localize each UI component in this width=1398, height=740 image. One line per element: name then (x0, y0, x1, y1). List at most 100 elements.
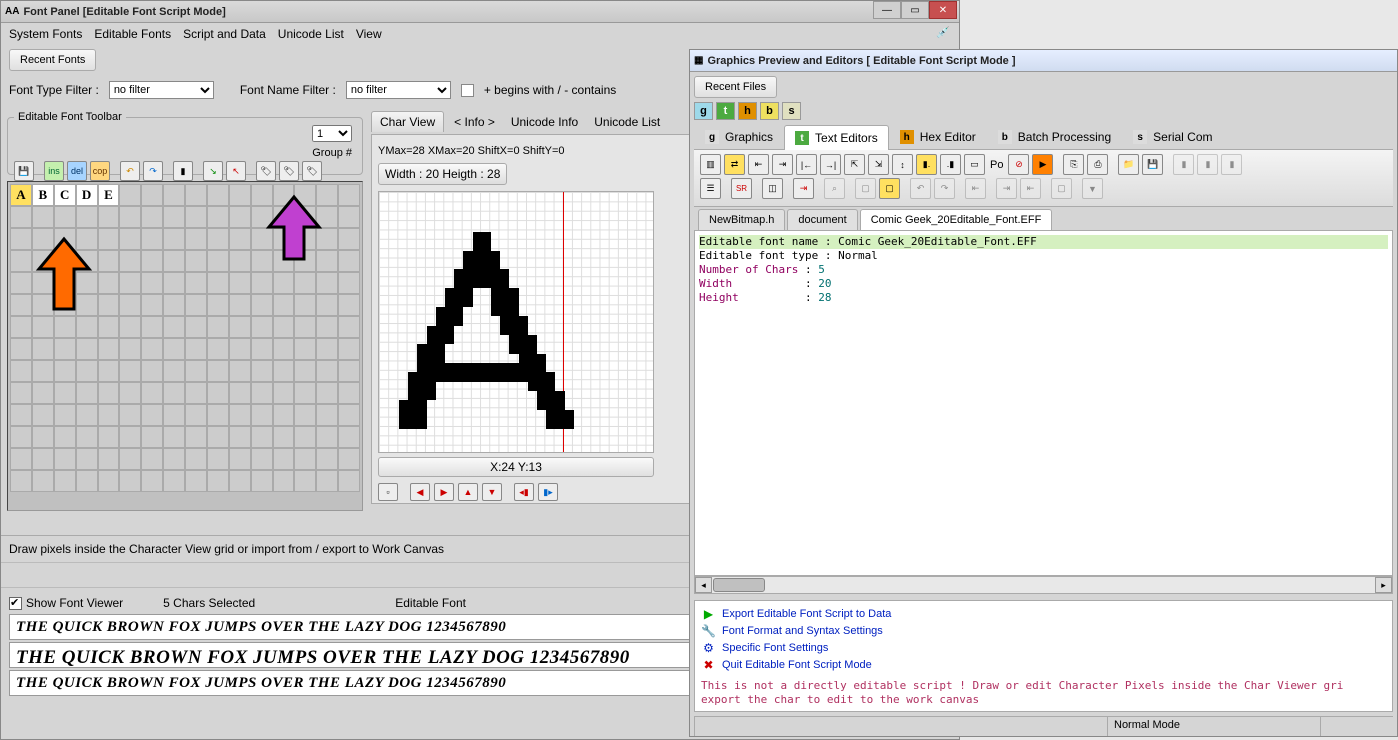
char-cell-empty[interactable] (338, 382, 360, 404)
char-cell-empty[interactable] (185, 228, 207, 250)
char-cell-empty[interactable] (76, 426, 98, 448)
char-cell-empty[interactable] (76, 338, 98, 360)
char-cell-empty[interactable] (32, 316, 54, 338)
action-specific[interactable]: ⚙Specific Font Settings (701, 639, 1386, 656)
quick-s-icon[interactable]: s (782, 102, 801, 120)
char-cell-empty[interactable] (141, 228, 163, 250)
char-cell-empty[interactable] (10, 250, 32, 272)
char-cell-empty[interactable] (32, 470, 54, 492)
char-cell-empty[interactable] (98, 360, 120, 382)
char-cell-empty[interactable] (185, 294, 207, 316)
char-cell-empty[interactable] (141, 272, 163, 294)
char-cell-empty[interactable] (141, 426, 163, 448)
tab-serial-com[interactable]: sSerial Com (1122, 124, 1223, 149)
char-cell-empty[interactable] (163, 206, 185, 228)
file-tab[interactable]: NewBitmap.h (698, 209, 785, 230)
menu-editable-fonts[interactable]: Editable Fonts (94, 27, 171, 41)
scroll-left-icon[interactable]: ◂ (695, 577, 712, 593)
tb-icon[interactable]: ⊘ (1008, 154, 1029, 175)
char-cell-empty[interactable] (10, 272, 32, 294)
char-cell-empty[interactable] (251, 404, 273, 426)
tb-icon[interactable]: ⇤ (965, 178, 986, 199)
char-cell-empty[interactable] (98, 470, 120, 492)
tag3-icon[interactable]: 🏷 (302, 161, 322, 181)
char-cell-empty[interactable] (185, 206, 207, 228)
char-cell-empty[interactable] (229, 404, 251, 426)
char-cell-empty[interactable] (294, 272, 316, 294)
tb-icon[interactable]: ▢ (879, 178, 900, 199)
tb-icon[interactable]: ▼ (1082, 178, 1103, 199)
char-cell-empty[interactable] (54, 272, 76, 294)
font-name-filter-select[interactable]: no filter (346, 81, 451, 99)
menu-unicode-list[interactable]: Unicode List (278, 27, 344, 41)
char-cell-empty[interactable] (98, 250, 120, 272)
quick-g-icon[interactable]: g (694, 102, 713, 120)
char-cell-empty[interactable] (10, 294, 32, 316)
char-cell-empty[interactable] (119, 250, 141, 272)
export-icon[interactable]: ↖ (226, 161, 246, 181)
char-cell-empty[interactable] (54, 228, 76, 250)
char-cell-empty[interactable] (32, 228, 54, 250)
char-cell-empty[interactable] (54, 404, 76, 426)
char-cell-empty[interactable] (163, 426, 185, 448)
char-cell-empty[interactable] (98, 316, 120, 338)
char-cell-empty[interactable] (294, 404, 316, 426)
tb-in-icon[interactable]: ⇥ (793, 178, 814, 199)
char-cell-empty[interactable] (54, 382, 76, 404)
char-cell-empty[interactable] (273, 360, 295, 382)
eyedropper-icon[interactable]: 💉 (936, 26, 950, 39)
char-cell-empty[interactable] (141, 338, 163, 360)
char-cell-empty[interactable] (316, 360, 338, 382)
char-cell-empty[interactable] (185, 250, 207, 272)
char-cell-C[interactable]: C (54, 184, 76, 206)
tb-icon[interactable]: ⇥ (996, 178, 1017, 199)
char-cell-empty[interactable] (273, 294, 295, 316)
recent-files-button[interactable]: Recent Files (694, 76, 777, 98)
char-cell-empty[interactable] (207, 272, 229, 294)
tb-icon[interactable]: ▮. (916, 154, 937, 175)
tb-icon[interactable]: ▮ (1173, 154, 1194, 175)
char-cell-empty[interactable] (207, 294, 229, 316)
char-cell-empty[interactable] (316, 294, 338, 316)
char-cell-empty[interactable] (229, 338, 251, 360)
char-cell-empty[interactable] (76, 470, 98, 492)
char-cell-empty[interactable] (229, 206, 251, 228)
delete-button[interactable]: del (67, 161, 87, 181)
char-cell-empty[interactable] (163, 294, 185, 316)
char-cell-empty[interactable] (54, 206, 76, 228)
char-cell-empty[interactable] (163, 382, 185, 404)
char-cell-empty[interactable] (163, 404, 185, 426)
menu-script-data[interactable]: Script and Data (183, 27, 266, 41)
char-cell-empty[interactable] (32, 382, 54, 404)
char-cell-empty[interactable] (273, 338, 295, 360)
char-cell-empty[interactable] (207, 360, 229, 382)
char-cell-empty[interactable] (294, 228, 316, 250)
char-cell-empty[interactable] (251, 272, 273, 294)
char-view-tab[interactable]: Char View (371, 111, 444, 132)
char-cell-empty[interactable] (229, 426, 251, 448)
char-cell-empty[interactable] (76, 360, 98, 382)
shift-down-icon[interactable]: ▼ (482, 483, 502, 501)
tb-icon[interactable]: ⇄ (724, 154, 745, 175)
chart-icon[interactable]: ▮ (173, 161, 193, 181)
char-cell-empty[interactable] (98, 448, 120, 470)
copy-button[interactable]: cop (90, 161, 110, 181)
char-cell-empty[interactable] (119, 426, 141, 448)
char-cell-empty[interactable] (207, 184, 229, 206)
char-cell-empty[interactable] (141, 294, 163, 316)
char-cell-empty[interactable] (185, 382, 207, 404)
char-cell-empty[interactable] (76, 316, 98, 338)
char-cell-empty[interactable] (119, 316, 141, 338)
char-cell-empty[interactable] (119, 184, 141, 206)
tb-icon[interactable]: ⇤ (748, 154, 769, 175)
scroll-right-icon[interactable]: ▸ (1375, 577, 1392, 593)
tb-icon[interactable]: ▭ (964, 154, 985, 175)
char-cell-empty[interactable] (273, 470, 295, 492)
tb-icon[interactable]: ▥ (700, 154, 721, 175)
char-cell-empty[interactable] (294, 448, 316, 470)
char-cell-empty[interactable] (185, 184, 207, 206)
char-cell-empty[interactable] (229, 316, 251, 338)
char-cell-empty[interactable] (32, 448, 54, 470)
shift-right-icon[interactable]: ▶ (434, 483, 454, 501)
char-cell-empty[interactable] (119, 470, 141, 492)
